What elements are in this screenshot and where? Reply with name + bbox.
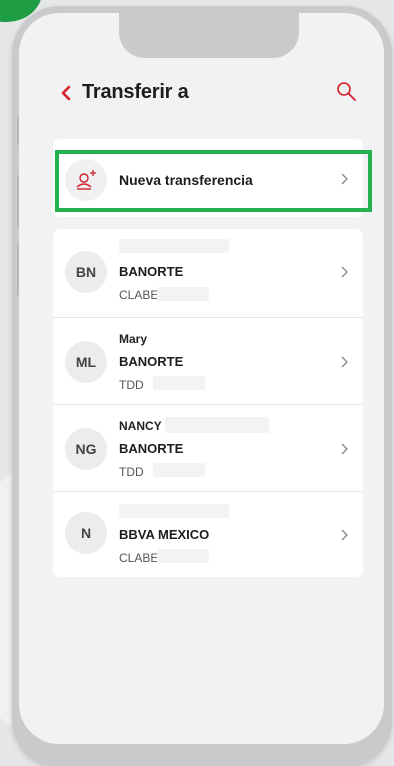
chevron-right-icon — [339, 265, 351, 279]
chevron-right-icon — [339, 528, 351, 542]
account-type: TDD — [119, 465, 144, 479]
masked-number — [153, 463, 205, 477]
avatar: BN — [65, 251, 107, 293]
bank-name: BANORTE — [119, 441, 184, 456]
list-item[interactable]: NANCY NG BANORTE TDD — [53, 405, 363, 491]
account-type: CLABE — [119, 288, 159, 302]
chevron-right-icon — [339, 442, 351, 456]
bank-name: BANORTE — [119, 354, 184, 369]
list-item[interactable]: Mary ML BANORTE TDD — [53, 318, 363, 404]
avatar: N — [65, 512, 107, 554]
chevron-left-icon[interactable] — [59, 83, 73, 103]
page-title: Transferir a — [82, 81, 189, 103]
bank-name: BBVA MEXICO — [119, 527, 210, 542]
contact-name: NANCY — [119, 419, 162, 433]
account-type: TDD — [119, 378, 144, 392]
new-transfer-label: Nueva transferencia — [119, 172, 253, 188]
add-person-icon — [65, 159, 107, 201]
saved-accounts-list: BN BANORTE CLABE Mary ML BANORTE TDD NAN… — [53, 229, 363, 577]
chevron-right-icon — [339, 172, 351, 186]
contact-name: Mary — [119, 332, 148, 346]
masked-name — [165, 417, 269, 433]
bank-name: BANORTE — [119, 264, 184, 279]
avatar: NG — [65, 428, 107, 470]
chevron-right-icon — [339, 355, 351, 369]
masked-name — [119, 239, 229, 253]
masked-number — [157, 287, 209, 301]
avatar: ML — [65, 341, 107, 383]
screen: Transferir a Nueva transferencia BN BANO… — [0, 0, 394, 766]
search-icon[interactable] — [334, 79, 360, 105]
phone-notch — [119, 13, 299, 58]
new-transfer-card: Nueva transferencia — [53, 139, 363, 217]
masked-number — [153, 376, 205, 390]
list-item[interactable]: N BBVA MEXICO CLABE — [53, 492, 363, 577]
account-type: CLABE — [119, 551, 159, 565]
new-transfer-button[interactable]: Nueva transferencia — [53, 139, 363, 217]
list-item[interactable]: BN BANORTE CLABE — [53, 229, 363, 317]
masked-number — [157, 549, 209, 563]
masked-name — [119, 504, 229, 518]
app-header: Transferir a — [48, 79, 368, 109]
